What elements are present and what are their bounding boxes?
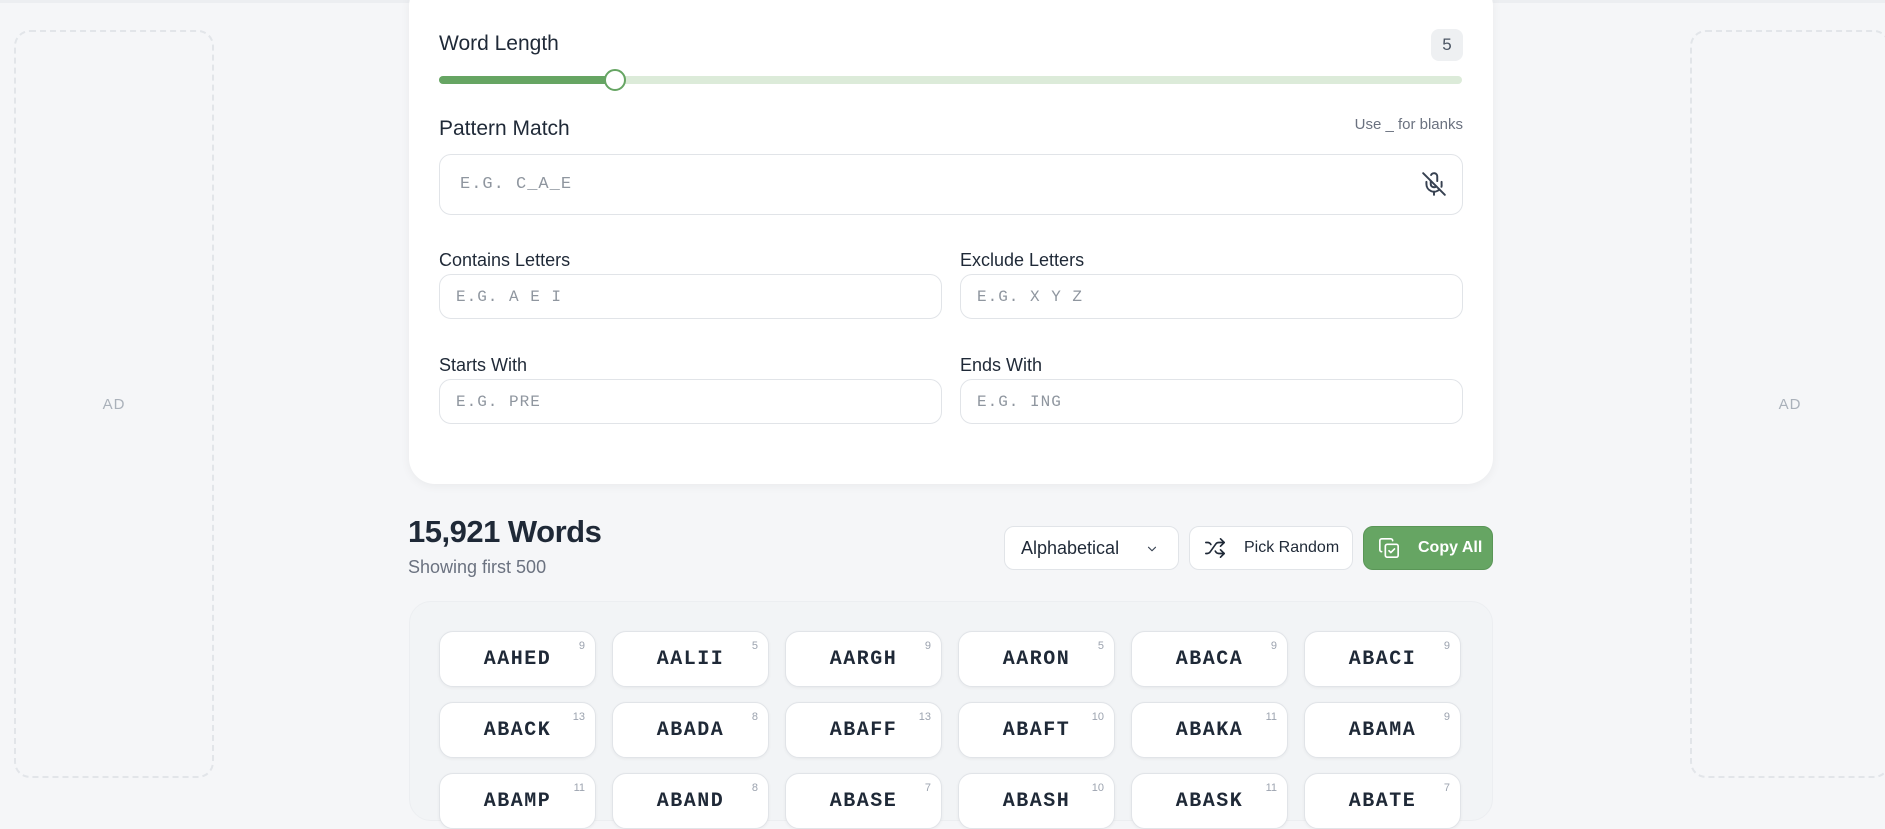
word-chip-score: 7 [1443, 782, 1450, 794]
word-chip[interactable]: ABAMP 11 [439, 773, 596, 829]
slider-fill [439, 76, 615, 84]
word-chip-score: 9 [1443, 711, 1450, 723]
word-chip[interactable]: AAHED 9 [439, 631, 596, 687]
ends-with-label: Ends With [960, 355, 1043, 375]
word-chip-score: 9 [578, 640, 585, 652]
pattern-match-label: Pattern Match [439, 117, 570, 140]
pick-random-button[interactable]: Pick Random [1189, 526, 1353, 570]
ad-slot-left: AD [14, 30, 214, 778]
results-count-title: 15,921 Words [408, 514, 602, 549]
sort-select[interactable]: Alphabetical [1004, 526, 1179, 570]
contains-letters-input[interactable]: E.G. A E I [439, 274, 942, 319]
word-chip-score: 13 [918, 711, 931, 723]
exclude-letters-input[interactable]: E.G. X Y Z [960, 274, 1463, 319]
ad-label: AD [102, 395, 126, 413]
word-chip-score: 11 [1265, 782, 1277, 794]
word-chip-score: 8 [751, 711, 758, 723]
word-chip[interactable]: ABAMA 9 [1304, 702, 1461, 758]
word-chip-score: 11 [573, 782, 585, 794]
word-chip-text: ABASK [1175, 789, 1244, 813]
word-chip[interactable]: ABACA 9 [1131, 631, 1288, 687]
mic-off-icon[interactable] [1421, 171, 1447, 197]
word-chip-text: ABAND [656, 789, 725, 813]
word-chip-score: 9 [1443, 640, 1450, 652]
word-chip-text: AARGH [829, 647, 898, 671]
word-chip-score: 10 [1091, 711, 1104, 723]
word-chip-text: ABASH [1002, 789, 1071, 813]
word-chip[interactable]: ABASK 11 [1131, 773, 1288, 829]
word-chip-text: AALII [656, 647, 725, 671]
word-chip-text: ABAKA [1175, 718, 1244, 742]
word-chip[interactable]: ABAFT 10 [958, 702, 1115, 758]
word-chip-text: ABASE [829, 789, 898, 813]
word-length-label: Word Length [439, 32, 559, 55]
starts-with-label: Starts With [439, 355, 528, 375]
word-chip[interactable]: ABACK 13 [439, 702, 596, 758]
word-chip[interactable]: ABAND 8 [612, 773, 769, 829]
ends-with-input[interactable]: E.G. ING [960, 379, 1463, 424]
word-chip[interactable]: ABAFF 13 [785, 702, 942, 758]
copy-all-label: Copy All [1418, 539, 1483, 556]
shuffle-icon [1205, 538, 1225, 558]
word-length-slider[interactable] [439, 69, 1462, 91]
word-chip-text: ABAMA [1348, 718, 1417, 742]
word-chip-score: 7 [924, 782, 931, 794]
word-chip-score: 11 [1265, 711, 1277, 723]
word-chip-score: 5 [1097, 640, 1104, 652]
word-chip-text: ABACA [1175, 647, 1244, 671]
pick-random-label: Pick Random [1244, 539, 1340, 556]
sort-select-value: Alphabetical [1021, 537, 1120, 558]
word-chip-text: ABAMP [483, 789, 552, 813]
word-chip-score: 9 [924, 640, 931, 652]
contains-letters-label: Contains Letters [439, 250, 571, 270]
word-chip-score: 5 [751, 640, 758, 652]
word-length-value-badge: 5 [1431, 29, 1463, 61]
copy-icon [1379, 538, 1399, 558]
word-chip[interactable]: ABASE 7 [785, 773, 942, 829]
slider-thumb[interactable] [603, 69, 626, 91]
pattern-match-input[interactable]: E.G. C_A_E [439, 154, 1463, 215]
exclude-letters-label: Exclude Letters [960, 250, 1085, 270]
word-chip-score: 13 [572, 711, 585, 723]
word-chip-text: ABADA [656, 718, 725, 742]
chevron-down-icon [1147, 546, 1157, 552]
ad-slot-right: AD [1690, 30, 1885, 778]
word-chip[interactable]: AALII 5 [612, 631, 769, 687]
word-chip[interactable]: AARON 5 [958, 631, 1115, 687]
word-chip-score: 10 [1091, 782, 1104, 794]
word-chip[interactable]: ABATE 7 [1304, 773, 1461, 829]
word-chip-score: 8 [751, 782, 758, 794]
starts-with-input[interactable]: E.G. PRE [439, 379, 942, 424]
word-chip[interactable]: ABADA 8 [612, 702, 769, 758]
word-chip-text: ABATE [1348, 789, 1417, 813]
pattern-match-hint: Use _ for blanks [1354, 116, 1463, 133]
word-chip[interactable]: ABAKA 11 [1131, 702, 1288, 758]
word-chip[interactable]: ABACI 9 [1304, 631, 1461, 687]
word-chip-text: ABACK [483, 718, 552, 742]
ad-label: AD [1778, 395, 1802, 413]
word-chip-text: AARON [1002, 647, 1071, 671]
word-chip-text: AAHED [483, 647, 552, 671]
copy-all-button[interactable]: Copy All [1363, 526, 1493, 570]
word-chip-text: ABAFT [1002, 718, 1071, 742]
word-chip[interactable]: ABASH 10 [958, 773, 1115, 829]
word-chip-score: 9 [1270, 640, 1277, 652]
word-chip-text: ABAFF [829, 718, 898, 742]
word-chip[interactable]: AARGH 9 [785, 631, 942, 687]
results-count-subtitle: Showing first 500 [408, 557, 547, 577]
word-chip-text: ABACI [1348, 647, 1417, 671]
